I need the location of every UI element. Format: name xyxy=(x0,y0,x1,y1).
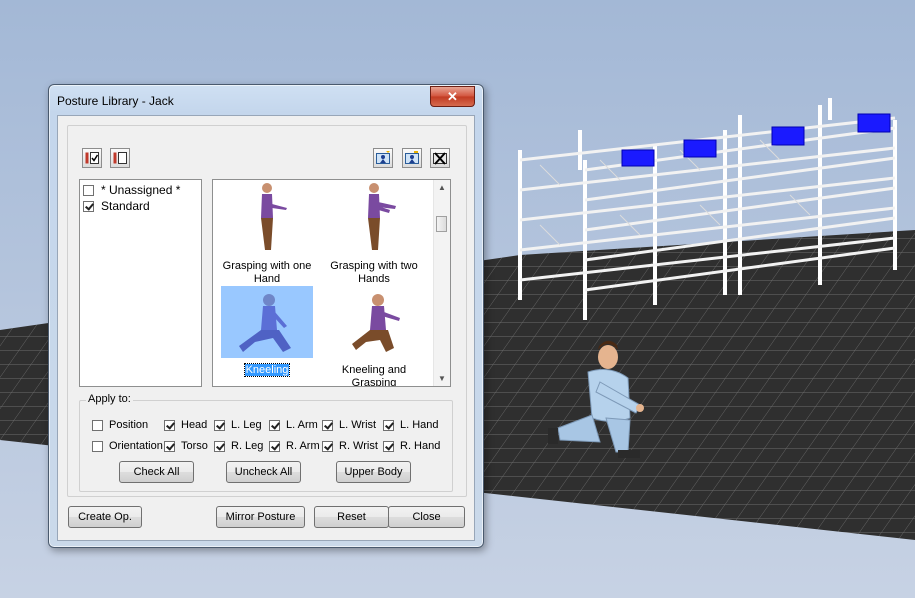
posture-gallery[interactable]: Grasping with one Hand Grasping with two… xyxy=(212,179,451,387)
edit-posture-button[interactable] xyxy=(402,148,422,168)
reset-button[interactable]: Reset xyxy=(314,506,389,528)
mirror-posture-button[interactable]: Mirror Posture xyxy=(216,506,305,528)
apply-r-leg-checkbox[interactable]: R. Leg xyxy=(214,439,263,453)
uncheck-all-categories-button[interactable] xyxy=(110,148,130,168)
apply-position-checkbox[interactable]: Position xyxy=(92,418,148,432)
list-item[interactable]: * Unassigned * xyxy=(83,182,180,198)
category-label: Standard xyxy=(101,199,150,213)
posture-label: Grasping with two Hands xyxy=(330,260,418,285)
list-item[interactable]: Standard xyxy=(83,198,150,214)
apply-orientation-checkbox[interactable]: Orientation xyxy=(92,439,163,453)
apply-l-leg-checkbox[interactable]: L. Leg xyxy=(214,418,262,432)
edit-posture-icon xyxy=(405,151,419,164)
apply-r-hand-checkbox[interactable]: R. Hand xyxy=(383,439,440,453)
apply-r-arm-checkbox[interactable]: R. Arm xyxy=(269,439,320,453)
scroll-up-icon[interactable]: ▲ xyxy=(438,183,446,192)
category-list[interactable]: * Unassigned * Standard xyxy=(79,179,202,387)
posture-tile-kneeling[interactable]: Kneeling xyxy=(217,286,317,377)
check-all-categories-button[interactable] xyxy=(82,148,102,168)
check-all-list-icon xyxy=(85,152,99,164)
title-bar[interactable]: Posture Library - Jack ✕ xyxy=(49,85,483,113)
close-button[interactable]: Close xyxy=(388,506,465,528)
add-posture-icon xyxy=(376,151,390,164)
posture-tile-grasping-two-hands[interactable]: Grasping with two Hands xyxy=(324,182,424,286)
add-posture-button[interactable] xyxy=(373,148,393,168)
posture-tile-grasping-one-hand[interactable]: Grasping with one Hand xyxy=(217,182,317,286)
posture-tile-kneeling-grasping[interactable]: Kneeling and Grasping xyxy=(324,286,424,387)
scrollbar-thumb[interactable] xyxy=(436,216,447,232)
apply-l-arm-checkbox[interactable]: L. Arm xyxy=(269,418,318,432)
posture-thumbnail xyxy=(328,286,420,358)
uncheck-all-button[interactable]: Uncheck All xyxy=(226,461,301,483)
scroll-down-icon[interactable]: ▼ xyxy=(438,374,446,383)
close-window-button[interactable]: ✕ xyxy=(430,86,475,107)
apply-to-legend: Apply to: xyxy=(86,393,133,405)
posture-label: Grasping with one Hand xyxy=(222,260,312,285)
category-checkbox-standard[interactable] xyxy=(83,200,94,212)
gallery-scrollbar[interactable]: ▲ ▼ xyxy=(433,180,450,386)
uncheck-all-list-icon xyxy=(113,152,127,164)
apply-l-wrist-checkbox[interactable]: L. Wrist xyxy=(322,418,376,432)
posture-thumbnail xyxy=(328,182,420,254)
posture-library-dialog: Posture Library - Jack ✕ * Unassigned * … xyxy=(48,84,484,548)
posture-label: Kneeling and Grasping xyxy=(341,364,407,387)
apply-l-hand-checkbox[interactable]: L. Hand xyxy=(383,418,439,432)
close-icon: ✕ xyxy=(447,88,458,104)
create-op-button[interactable]: Create Op. xyxy=(68,506,142,528)
upper-body-button[interactable]: Upper Body xyxy=(336,461,411,483)
category-checkbox-unassigned[interactable] xyxy=(83,184,94,196)
category-label: * Unassigned * xyxy=(101,183,181,197)
apply-torso-checkbox[interactable]: Torso xyxy=(164,439,208,453)
posture-thumbnail xyxy=(221,286,313,358)
check-all-button[interactable]: Check All xyxy=(119,461,194,483)
dialog-client-area: * Unassigned * Standard Grasping with on… xyxy=(57,115,475,541)
apply-r-wrist-checkbox[interactable]: R. Wrist xyxy=(322,439,378,453)
apply-head-checkbox[interactable]: Head xyxy=(164,418,207,432)
delete-posture-icon xyxy=(433,152,447,165)
apply-to-group: Apply to: Position Head L. Leg L. Arm L.… xyxy=(79,393,453,492)
delete-posture-button[interactable] xyxy=(430,148,450,168)
posture-label: Kneeling xyxy=(243,363,291,377)
window-title: Posture Library - Jack xyxy=(57,94,174,108)
posture-thumbnail xyxy=(221,182,313,254)
library-group: * Unassigned * Standard Grasping with on… xyxy=(67,125,467,497)
